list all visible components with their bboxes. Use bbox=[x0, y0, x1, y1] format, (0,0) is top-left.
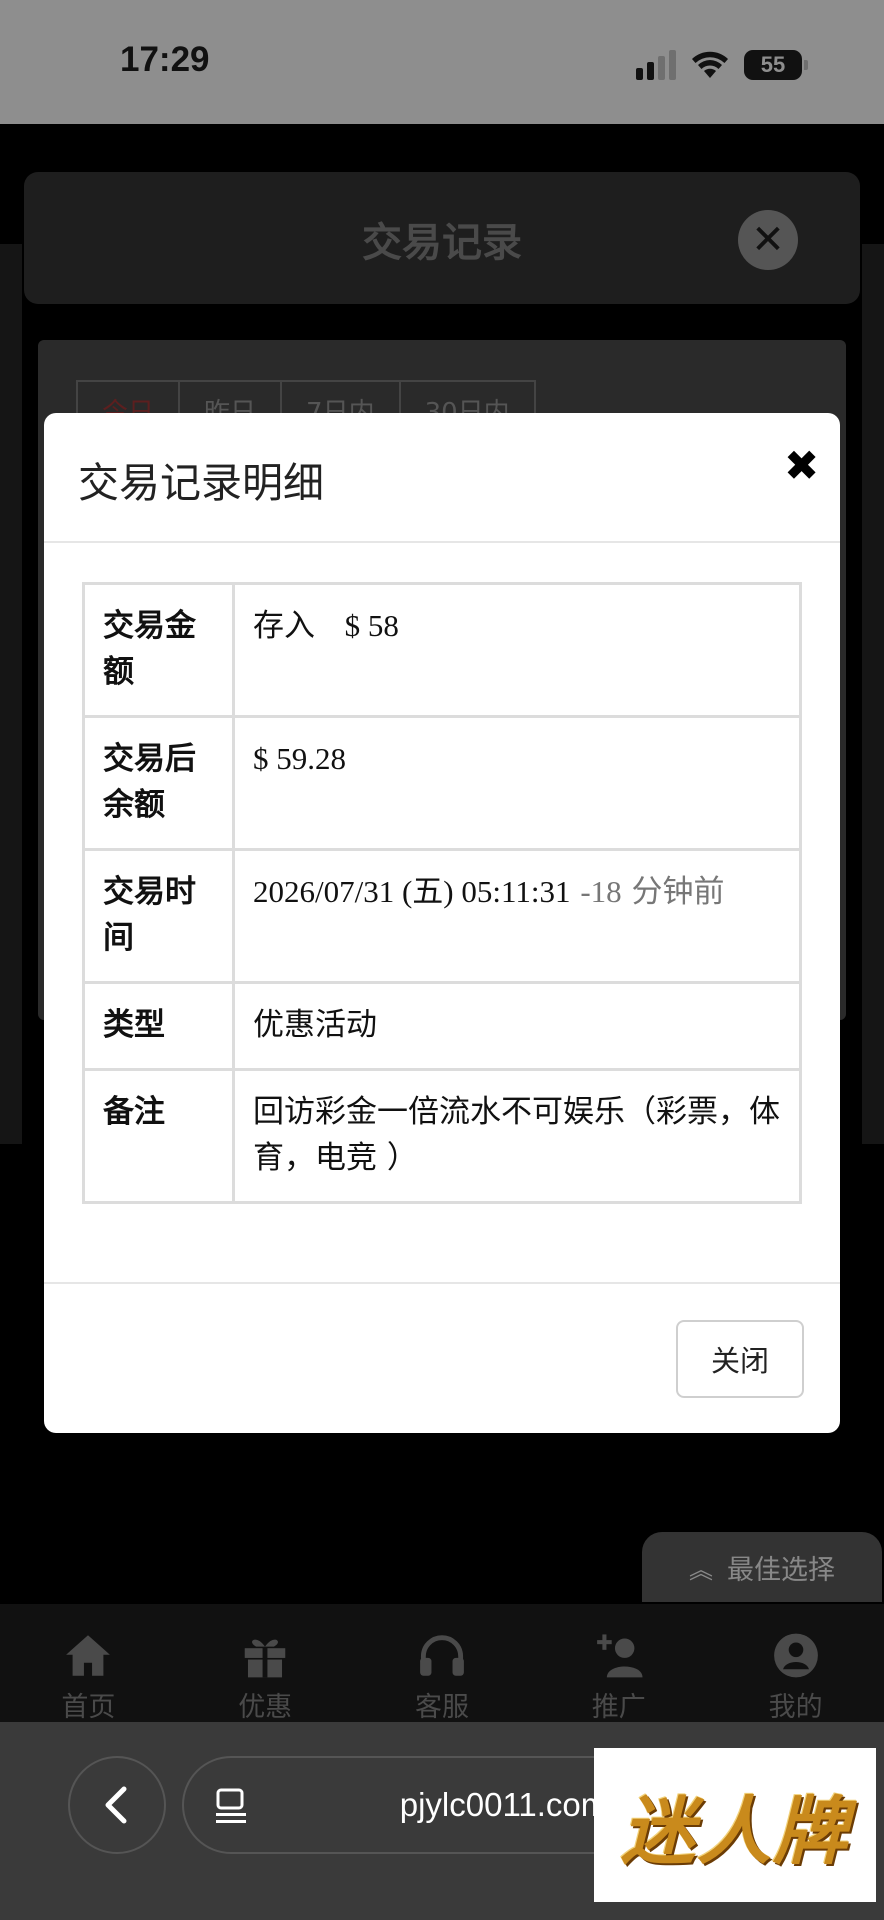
watermark-text: 迷人牌 bbox=[621, 1788, 849, 1875]
watermark-logo: 迷人牌 bbox=[594, 1748, 876, 1902]
transaction-detail-modal: 交易记录明细 ✖ 交易金额 存入 $ 58 交易后余额 $ 59.28 交易时间… bbox=[44, 413, 840, 1433]
wifi-icon bbox=[690, 50, 730, 80]
tabbar-item-promo[interactable]: 优惠 bbox=[177, 1604, 354, 1724]
relative-time-unit: 分钟前 bbox=[631, 874, 725, 910]
background-close-icon[interactable]: ✕ bbox=[738, 210, 798, 270]
browser-back-button[interactable] bbox=[68, 1756, 166, 1854]
table-row: 交易时间 2026/07/31 (五) 05:11:31 -18 分钟前 bbox=[82, 848, 802, 984]
relative-time-number: -18 bbox=[580, 874, 622, 909]
add-user-icon bbox=[596, 1634, 643, 1678]
table-row: 交易后余额 $ 59.28 bbox=[82, 715, 802, 851]
tabbar-label-profile: 我的 bbox=[768, 1692, 823, 1723]
profile-icon bbox=[773, 1633, 818, 1678]
row-key: 备注 bbox=[82, 1068, 235, 1204]
home-icon bbox=[66, 1635, 111, 1676]
row-value-amount: 存入 $ 58 bbox=[232, 582, 802, 718]
best-choice-label: 最佳选择 bbox=[727, 1554, 835, 1586]
tabbar-label-home: 首页 bbox=[61, 1692, 116, 1723]
row-key: 交易后余额 bbox=[82, 715, 235, 851]
tabbar-label-support: 客服 bbox=[414, 1692, 469, 1723]
tabbar-item-profile[interactable]: 我的 bbox=[707, 1604, 884, 1724]
tabbar-label-referral: 推广 bbox=[591, 1692, 646, 1723]
battery-icon: 55 bbox=[744, 50, 808, 80]
row-value-remark: 回访彩金一倍流水不可娱乐（彩票，体育，电竞 ） bbox=[232, 1068, 802, 1204]
table-row: 备注 回访彩金一倍流水不可娱乐（彩票，体育，电竞 ） bbox=[82, 1068, 802, 1204]
row-key: 交易金额 bbox=[82, 582, 235, 718]
table-row: 交易金额 存入 $ 58 bbox=[82, 582, 802, 718]
chevron-left-icon bbox=[105, 1786, 127, 1824]
chevron-up-icon: ︽ bbox=[689, 1555, 713, 1584]
table-row: 类型 优惠活动 bbox=[82, 981, 802, 1071]
row-key: 类型 bbox=[82, 981, 235, 1071]
modal-header: 交易记录明细 ✖ bbox=[44, 413, 840, 543]
headset-icon bbox=[420, 1635, 464, 1676]
tabbar-item-home[interactable]: 首页 bbox=[0, 1604, 177, 1724]
best-choice-button[interactable]: ︽ 最佳选择 bbox=[642, 1532, 882, 1602]
status-bar: 17:29 55 bbox=[0, 0, 884, 124]
close-icon[interactable]: ✖ bbox=[784, 441, 819, 490]
transaction-amount: $ 58 bbox=[344, 608, 399, 643]
tabbar-item-referral[interactable]: 推广 bbox=[530, 1604, 707, 1724]
row-key: 交易时间 bbox=[82, 848, 235, 984]
row-value-balance: $ 59.28 bbox=[232, 715, 802, 851]
transaction-type: 存入 bbox=[253, 608, 315, 644]
modal-title: 交易记录明细 bbox=[78, 459, 324, 507]
bottom-tabbar: 首页 优惠 客服 推广 我的 bbox=[0, 1604, 884, 1724]
status-time: 17:29 bbox=[120, 40, 210, 79]
tabbar-item-support[interactable]: 客服 bbox=[354, 1604, 531, 1724]
close-button[interactable]: 关闭 bbox=[676, 1320, 804, 1398]
detail-table: 交易金额 存入 $ 58 交易后余额 $ 59.28 交易时间 2026/07/… bbox=[82, 582, 802, 1204]
gift-icon bbox=[244, 1639, 286, 1678]
modal-footer: 关闭 bbox=[44, 1282, 840, 1433]
transaction-datetime: 2026/07/31 (五) 05:11:31 bbox=[253, 874, 571, 909]
row-value-type: 优惠活动 bbox=[232, 981, 802, 1071]
row-value-time: 2026/07/31 (五) 05:11:31 -18 分钟前 bbox=[232, 848, 802, 984]
tabbar-label-promo: 优惠 bbox=[238, 1692, 293, 1723]
cellular-signal-icon bbox=[636, 50, 676, 80]
status-icons: 55 bbox=[636, 47, 808, 83]
